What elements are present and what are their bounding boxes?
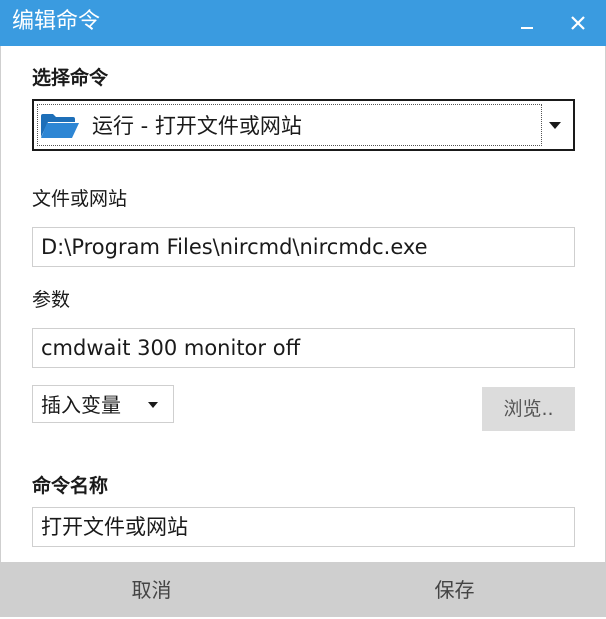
file-or-url-label: 文件或网站 bbox=[32, 188, 128, 210]
command-name-label: 命令名称 bbox=[32, 475, 109, 497]
select-command-label: 选择命令 bbox=[32, 67, 109, 89]
chevron-down-icon bbox=[148, 402, 158, 408]
file-or-url-input[interactable]: D:\Program Files\nircmd\nircmdc.exe bbox=[32, 227, 575, 267]
window-title: 编辑命令 bbox=[12, 9, 101, 34]
chevron-down-icon bbox=[549, 122, 561, 129]
browse-button[interactable]: 浏览.. bbox=[482, 387, 575, 431]
insert-variable-label: 插入变量 bbox=[41, 393, 121, 417]
insert-variable-dropdown[interactable]: 插入变量 bbox=[32, 385, 174, 423]
save-button[interactable]: 保存 bbox=[303, 562, 606, 617]
command-name-input[interactable]: 打开文件或网站 bbox=[32, 507, 575, 547]
minimize-button[interactable] bbox=[512, 8, 542, 38]
close-icon bbox=[571, 16, 585, 30]
close-button[interactable] bbox=[563, 8, 593, 38]
command-select[interactable]: 运行 - 打开文件或网站 bbox=[32, 99, 575, 151]
cancel-button[interactable]: 取消 bbox=[0, 562, 303, 617]
params-label: 参数 bbox=[32, 289, 71, 311]
minimize-icon bbox=[521, 27, 533, 29]
command-select-value: 运行 - 打开文件或网站 bbox=[92, 114, 302, 138]
params-input[interactable]: cmdwait 300 monitor off bbox=[32, 328, 575, 368]
folder-open-icon bbox=[41, 114, 79, 138]
title-bar[interactable]: 编辑命令 bbox=[0, 0, 606, 46]
footer-bar: 取消 保存 bbox=[0, 562, 606, 617]
